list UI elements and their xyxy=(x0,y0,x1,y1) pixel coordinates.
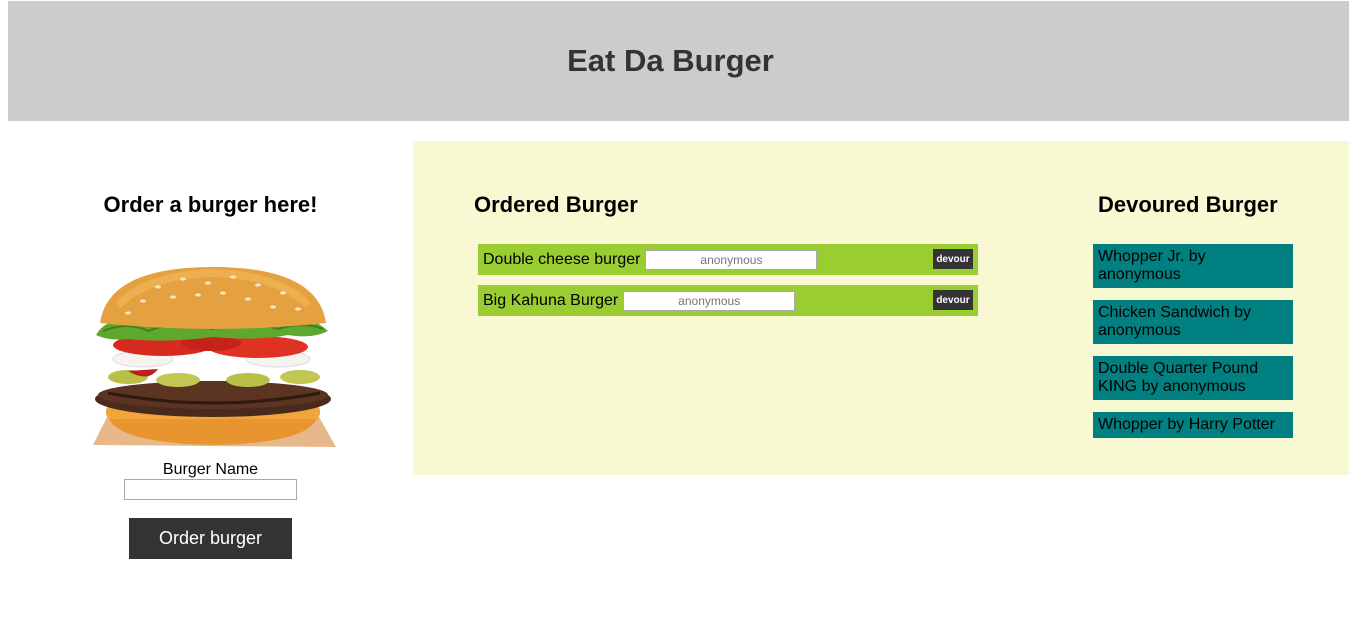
devourer-name-input[interactable] xyxy=(623,290,796,311)
burger-name-input[interactable] xyxy=(124,479,297,500)
ordered-burger-name: Double cheese burger xyxy=(483,250,641,268)
devour-button[interactable]: devour xyxy=(933,290,973,310)
devoured-burger-item: Whopper by Harry Potter xyxy=(1093,412,1293,438)
ordered-burger-row: Double cheese burger devour xyxy=(478,244,978,275)
burger-image xyxy=(93,267,336,447)
page-header: Eat Da Burger xyxy=(8,1,1349,121)
devoured-burger-item: Double Quarter Pound KING by anonymous xyxy=(1093,356,1293,400)
order-burger-button[interactable]: Order burger xyxy=(129,518,292,559)
burger-name-label: Burger Name xyxy=(162,461,259,478)
devour-button[interactable]: devour xyxy=(933,249,973,269)
devourer-name-input[interactable] xyxy=(645,249,818,270)
order-form-title: Order a burger here! xyxy=(103,192,318,217)
order-form: Order a burger here! Burger Name Order b… xyxy=(8,141,413,581)
ordered-burger-name: Big Kahuna Burger xyxy=(483,291,619,309)
devoured-burger-title: Devoured Burger xyxy=(1098,192,1278,217)
devoured-burger-item: Whopper Jr. by anonymous xyxy=(1093,244,1293,288)
ordered-burger-title: Ordered Burger xyxy=(474,192,638,217)
burger-panel: Ordered Burger Double cheese burger devo… xyxy=(413,141,1349,475)
devoured-burger-item: Chicken Sandwich by anonymous xyxy=(1093,300,1293,344)
ordered-burger-row: Big Kahuna Burger devour xyxy=(478,285,978,316)
page-title: Eat Da Burger xyxy=(567,43,774,78)
